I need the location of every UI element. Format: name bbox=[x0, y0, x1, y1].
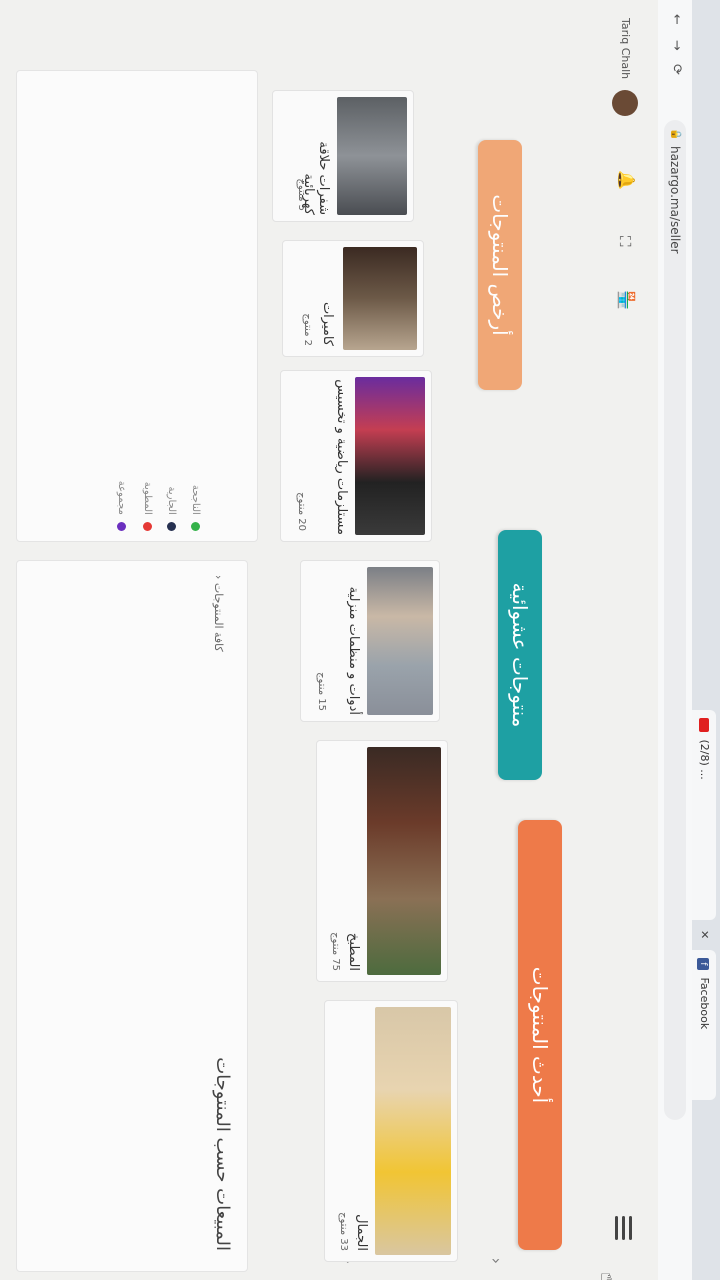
cheapest-products-button[interactable]: أرخص المنتوجات bbox=[478, 140, 522, 390]
legend-dot bbox=[167, 522, 177, 531]
random-products-label: منتوجات عشوائية bbox=[508, 582, 532, 728]
tab-label: (2/8) ... bbox=[698, 739, 711, 780]
lock-icon: 🔒 bbox=[670, 128, 681, 141]
youtube-icon bbox=[699, 718, 709, 732]
category-name: أدوات و منظمات منزلية bbox=[346, 586, 361, 715]
orders-chart-panel: مجموعة المطوبة الجارية الناجحة bbox=[16, 70, 258, 542]
legend-item: مجموعة bbox=[116, 481, 127, 531]
menu-icon[interactable] bbox=[611, 1216, 636, 1240]
page-content: Tariq Chalh 🔔 ⛶ 🏪 › › › › أحدث المنتوجات… bbox=[0, 0, 658, 1280]
monitor-screen: f Facebook ✕ (2/8) ... ← → ⟳ 🔒 hazargo.m… bbox=[0, 0, 720, 1280]
chevron-icon[interactable]: › bbox=[487, 1258, 506, 1264]
category-card[interactable]: مستلزمات رياضية و تخسيس 20 منتوج bbox=[280, 370, 432, 542]
avatar[interactable] bbox=[612, 90, 638, 116]
legend-label: مجموعة bbox=[116, 480, 127, 515]
category-name: المطبخ bbox=[346, 932, 361, 971]
legend-label: المطوبة bbox=[142, 481, 153, 515]
tab-label: Facebook bbox=[698, 977, 711, 1030]
category-count: 33 منتوج bbox=[338, 1212, 349, 1251]
tab-facebook[interactable]: f Facebook ✕ bbox=[692, 930, 716, 1100]
facebook-icon: f bbox=[697, 958, 709, 970]
legend-dot bbox=[117, 522, 127, 531]
sales-by-product-panel: المبيعات حسب المنتوجات كافة المنتوجات ‹ bbox=[16, 560, 248, 1272]
category-card[interactable]: شفرات حلاقة كهربائية 5 منتوج bbox=[272, 90, 414, 222]
all-products-link-label: كافة المنتوجات bbox=[212, 582, 225, 652]
user-header: Tariq Chalh 🔔 bbox=[594, 0, 658, 210]
user-name[interactable]: Tariq Chalh bbox=[619, 18, 632, 79]
category-card[interactable]: المطبخ 75 منتوج bbox=[316, 740, 448, 982]
category-image bbox=[355, 377, 425, 535]
address-bar[interactable]: 🔒 hazargo.ma/seller bbox=[664, 120, 686, 1120]
forward-arrow-icon[interactable]: → bbox=[669, 40, 684, 51]
store-icon[interactable]: 🏪 bbox=[617, 290, 636, 310]
browser-tab-strip: f Facebook ✕ (2/8) ... bbox=[691, 0, 720, 1280]
category-name: كاميرات bbox=[320, 301, 335, 346]
back-arrow-icon[interactable]: ← bbox=[669, 14, 684, 25]
category-image bbox=[367, 747, 441, 975]
tab-notifications[interactable]: (2/8) ... bbox=[692, 710, 716, 920]
legend-item: الجارية bbox=[166, 486, 177, 531]
category-count: 5 منتوج bbox=[296, 178, 307, 211]
category-count: 20 منتوج bbox=[296, 492, 307, 531]
bell-icon[interactable]: 🔔 bbox=[617, 170, 636, 190]
legend-dot bbox=[143, 522, 153, 531]
category-name: الجمال bbox=[354, 1214, 369, 1251]
legend-label: الناجحة bbox=[190, 484, 201, 515]
category-image bbox=[375, 1007, 451, 1255]
category-count: 2 منتوج bbox=[302, 313, 313, 346]
latest-products-label: أحدث المنتوجات bbox=[528, 966, 552, 1104]
all-products-link[interactable]: كافة المنتوجات ‹ bbox=[212, 575, 225, 652]
legend-item: المطوبة bbox=[142, 482, 153, 531]
legend-label: الجارية bbox=[166, 486, 177, 515]
legend-dot bbox=[191, 522, 201, 531]
latest-products-button[interactable]: أحدث المنتوجات bbox=[518, 820, 562, 1250]
reload-icon[interactable]: ⟳ bbox=[669, 64, 684, 75]
category-image bbox=[367, 567, 433, 715]
category-card[interactable]: أدوات و منظمات منزلية 15 منتوج bbox=[300, 560, 440, 722]
tab-close-icon[interactable]: ✕ bbox=[692, 930, 716, 939]
cheapest-products-label: أرخص المنتوجات bbox=[488, 194, 512, 336]
random-products-button[interactable]: منتوجات عشوائية bbox=[498, 530, 542, 780]
category-image bbox=[343, 247, 417, 350]
url-text: hazargo.ma/seller bbox=[668, 146, 682, 254]
category-count: 15 منتوج bbox=[316, 672, 327, 711]
category-image bbox=[337, 97, 407, 215]
fullscreen-icon[interactable]: ⛶ bbox=[616, 236, 634, 247]
category-card[interactable]: الجمال 33 منتوج bbox=[324, 1000, 458, 1262]
browser-toolbar: ← → ⟳ 🔒 hazargo.ma/seller bbox=[657, 0, 692, 1280]
panel-title: المبيعات حسب المنتوجات bbox=[212, 1057, 233, 1251]
legend-item: الناجحة bbox=[190, 485, 201, 531]
category-count: 75 منتوج bbox=[330, 932, 341, 971]
category-name: مستلزمات رياضية و تخسيس bbox=[334, 379, 349, 535]
category-card[interactable]: كاميرات 2 منتوج bbox=[282, 240, 424, 357]
hand-cursor-icon: ☝ bbox=[596, 1271, 620, 1280]
